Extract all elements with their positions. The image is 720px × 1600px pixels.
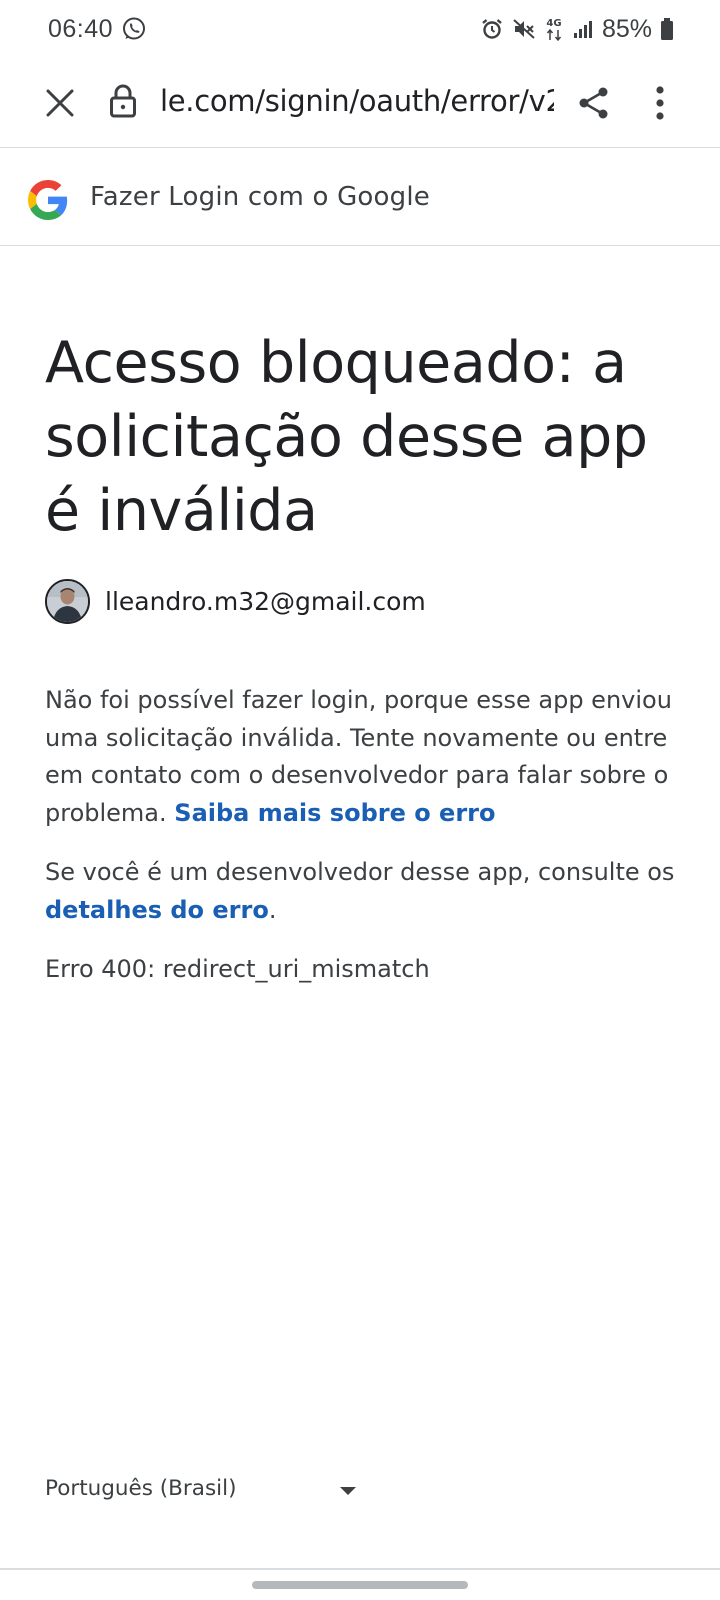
account-email: lleandro.m32@gmail.com xyxy=(105,586,426,616)
screen: 06:40 4G 85% le.com/signin/oauth/error/v… xyxy=(0,0,720,1600)
4g-icon: 4G xyxy=(544,16,564,42)
mute-icon xyxy=(512,17,536,41)
language-select[interactable]: Português (Brasil) xyxy=(45,1466,357,1510)
bottom-divider xyxy=(0,1568,720,1570)
page-title: Acesso bloqueado: a solicitação desse ap… xyxy=(45,330,648,544)
error-code: Erro 400: redirect_uri_mismatch xyxy=(45,955,430,983)
learn-more-link[interactable]: Saiba mais sobre o erro xyxy=(174,799,495,827)
status-left: 06:40 xyxy=(48,15,147,44)
caret-down-icon xyxy=(339,1483,357,1495)
status-time: 06:40 xyxy=(48,14,114,43)
lock-icon[interactable] xyxy=(106,81,140,121)
battery-icon xyxy=(660,17,674,41)
home-indicator[interactable] xyxy=(252,1581,468,1589)
developer-note-end: . xyxy=(268,895,277,924)
google-g-logo xyxy=(28,180,68,220)
status-right: 4G 85% xyxy=(480,15,674,44)
url-bar[interactable]: le.com/signin/oauth/error/v2 xyxy=(160,84,554,118)
whatsapp-icon xyxy=(121,16,147,42)
battery-percent: 85% xyxy=(601,14,652,43)
error-description: Não foi possível fazer login, porque ess… xyxy=(45,682,685,832)
close-icon[interactable] xyxy=(40,83,80,123)
status-bar: 06:40 4G 85% xyxy=(0,0,720,58)
more-vert-icon[interactable] xyxy=(644,83,676,123)
signin-header: Fazer Login com o Google xyxy=(0,148,720,246)
main-content: Acesso bloqueado: a solicitação desse ap… xyxy=(45,246,685,989)
share-icon[interactable] xyxy=(574,83,614,123)
language-select-value: Português (Brasil) xyxy=(45,1475,237,1501)
svg-text:4G: 4G xyxy=(546,18,561,29)
browser-toolbar: le.com/signin/oauth/error/v2 xyxy=(0,58,720,148)
avatar xyxy=(45,578,90,624)
signal-icon xyxy=(572,18,594,40)
developer-note-text: Se você é um desenvolvedor desse app, co… xyxy=(45,858,675,886)
developer-note: Se você é um desenvolvedor desse app, co… xyxy=(45,854,685,929)
error-details-link[interactable]: detalhes do erro xyxy=(45,896,269,924)
alarm-icon xyxy=(480,17,504,41)
account-chip[interactable]: lleandro.m32@gmail.com xyxy=(45,578,685,624)
signin-title: Fazer Login com o Google xyxy=(90,182,430,212)
